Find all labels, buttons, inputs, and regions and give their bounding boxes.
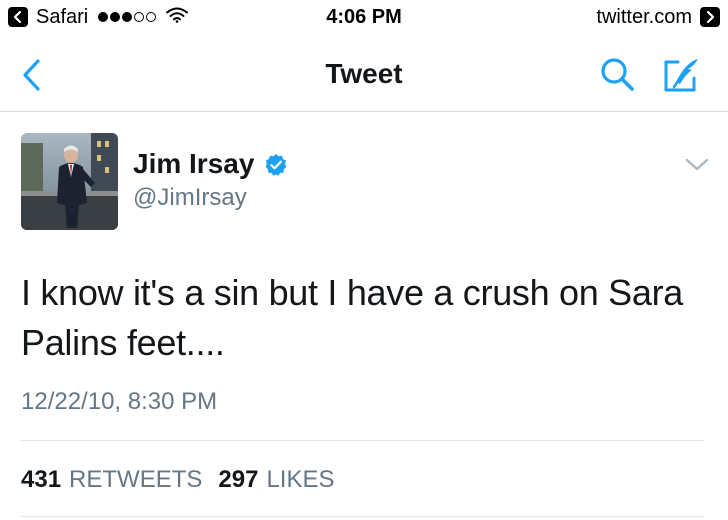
open-in-safari-icon[interactable]	[700, 7, 720, 27]
avatar[interactable]	[21, 133, 118, 230]
divider	[21, 516, 704, 517]
retweets-label[interactable]: RETWEETS	[69, 466, 202, 494]
tweet-stats: 431 RETWEETS 297 LIKES	[21, 466, 350, 494]
status-bar: Safari 4:06 PM twitter.com	[0, 0, 728, 36]
verified-badge-icon	[264, 152, 288, 176]
search-icon[interactable]	[598, 56, 636, 94]
chevron-down-icon[interactable]	[684, 156, 710, 174]
site-label[interactable]: twitter.com	[596, 6, 692, 28]
display-name[interactable]: Jim Irsay	[133, 148, 288, 180]
likes-label[interactable]: LIKES	[266, 466, 334, 494]
divider	[21, 440, 704, 441]
tweet-text: I know it's a sin but I have a crush on …	[21, 272, 684, 363]
navigation-bar: Tweet	[0, 36, 728, 112]
retweets-count[interactable]: 431	[21, 466, 61, 494]
tweet-timestamp: 12/22/10, 8:30 PM	[21, 388, 218, 415]
compose-icon[interactable]	[662, 56, 702, 94]
user-handle[interactable]: @JimIrsay	[133, 184, 247, 212]
display-name-text: Jim Irsay	[133, 148, 255, 179]
likes-count[interactable]: 297	[218, 466, 258, 494]
status-bar-right: twitter.com	[596, 6, 720, 28]
